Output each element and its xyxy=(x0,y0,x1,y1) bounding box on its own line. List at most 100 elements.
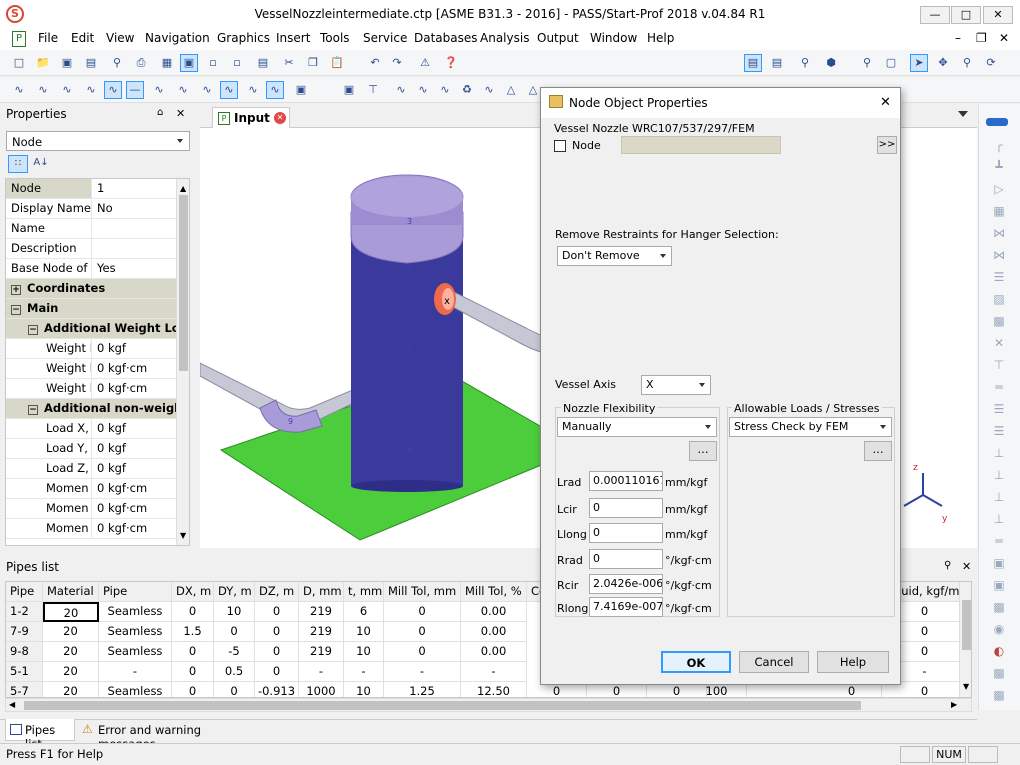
tank-icon[interactable]: ◐ xyxy=(989,644,1009,658)
tab-list-chevron-icon[interactable] xyxy=(958,111,968,117)
table-cell[interactable]: Seamless xyxy=(99,602,172,622)
undo-icon[interactable]: ↶ xyxy=(366,54,384,72)
compressor-icon[interactable]: ▩ xyxy=(989,666,1009,680)
rcir-input[interactable]: 2.0426e-006 xyxy=(589,574,663,594)
table-cell[interactable]: 0 xyxy=(384,642,461,662)
snubber-icon[interactable]: ⊥ xyxy=(989,512,1009,526)
table-cell[interactable]: 10 xyxy=(344,622,384,642)
col-header[interactable]: Pipe xyxy=(6,582,43,602)
spring-tool-icon[interactable]: ∿ xyxy=(392,81,410,99)
cancel-button[interactable]: Cancel xyxy=(739,651,809,673)
prop-row[interactable]: Load X, 0 kgf xyxy=(6,419,176,439)
prop-row[interactable]: Name xyxy=(6,219,176,239)
table-cell[interactable]: 20 xyxy=(43,642,99,662)
hanger-tool-icon[interactable]: ♻ xyxy=(458,81,476,99)
prop-subcategory[interactable]: −Additional Weight Load xyxy=(6,319,176,339)
flexibility-more-button[interactable]: ... xyxy=(689,441,717,461)
table-cell[interactable]: 0 xyxy=(172,682,214,697)
cut-icon[interactable]: ✂ xyxy=(280,54,298,72)
collapse-icon[interactable]: − xyxy=(28,325,38,335)
insert-tool-icon[interactable]: ∿ xyxy=(244,81,262,99)
rotate-icon[interactable]: ⟳ xyxy=(982,54,1000,72)
allowable-select[interactable]: Stress Check by FEM xyxy=(729,417,892,437)
table-cell[interactable]: Seamless xyxy=(99,622,172,642)
scroll-right-icon[interactable]: ▶ xyxy=(951,700,957,709)
col-header[interactable]: t, mm xyxy=(344,582,384,602)
lcir-input[interactable]: 0 xyxy=(589,498,663,518)
table-cell[interactable]: - xyxy=(384,662,461,682)
menu-view[interactable]: View xyxy=(106,31,134,45)
rlong-input[interactable]: 7.4169e-007 xyxy=(589,597,663,617)
restraint-tool-icon[interactable]: ⊤ xyxy=(364,81,382,99)
table-cell[interactable]: 0.00 xyxy=(461,602,527,622)
menu-service[interactable]: Service xyxy=(363,31,407,45)
menu-graphics[interactable]: Graphics xyxy=(217,31,270,45)
properties-tool-icon[interactable]: ▣ xyxy=(340,81,358,99)
flexibility-select[interactable]: Manually xyxy=(557,417,717,437)
menu-output[interactable]: Output xyxy=(537,31,579,45)
minimize-button[interactable]: — xyxy=(920,6,950,24)
table-cell[interactable]: 0 xyxy=(172,602,214,622)
prop-row[interactable]: Load Y, 0 kgf xyxy=(6,439,176,459)
rod-hanger-icon[interactable]: ⊥ xyxy=(989,446,1009,460)
prop-row[interactable]: Display Name No xyxy=(6,199,176,219)
prop-row[interactable]: Momen 0 kgf·cm xyxy=(6,499,176,519)
table-cell[interactable]: 1.25 xyxy=(384,682,461,697)
col-header[interactable]: DZ, m xyxy=(255,582,299,602)
valve-tool-icon[interactable]: ∿ xyxy=(150,81,168,99)
save-as-icon[interactable]: ▤ xyxy=(82,54,100,72)
scroll-thumb[interactable] xyxy=(179,195,188,371)
row-header[interactable]: 5-7 xyxy=(6,682,43,697)
table-cell[interactable]: 10 xyxy=(214,602,255,622)
table-cell[interactable]: 20 xyxy=(43,622,99,642)
table-cell[interactable]: 0 xyxy=(255,642,299,662)
row-header[interactable]: 9-8 xyxy=(6,642,43,662)
connect-tool-icon[interactable]: ∿ xyxy=(266,81,284,99)
prop-row[interactable]: Description xyxy=(6,239,176,259)
dialog-close-icon[interactable]: ✕ xyxy=(880,95,891,110)
prop-row[interactable]: Node 1 xyxy=(6,179,176,199)
paste-icon[interactable]: 📋 xyxy=(328,54,346,72)
alphabetical-sort-icon[interactable]: A↓ xyxy=(31,155,51,173)
bend-element-icon[interactable]: ╭ xyxy=(989,138,1009,152)
nozzle-tool-icon[interactable]: ∿ xyxy=(220,81,238,99)
zoom-extents-icon[interactable]: ▢ xyxy=(882,54,900,72)
anchor-support-icon[interactable]: ☰ xyxy=(989,402,1009,416)
cube-view-icon[interactable]: ⬢ xyxy=(822,54,840,72)
table-cell[interactable]: 0 xyxy=(255,662,299,682)
prop-row[interactable]: Weight l 0 kgf·cm xyxy=(6,359,176,379)
table-cell[interactable]: 0 xyxy=(172,642,214,662)
table-cell[interactable]: 0 xyxy=(255,622,299,642)
flange-element-icon[interactable]: ▦ xyxy=(989,204,1009,218)
menu-window[interactable]: Window xyxy=(590,31,637,45)
mesh-element-icon[interactable]: ▩ xyxy=(989,314,1009,328)
zoom-window-icon[interactable]: ⚲ xyxy=(858,54,876,72)
turbine-icon[interactable]: ▩ xyxy=(989,688,1009,702)
displacement-icon[interactable]: ▣ xyxy=(989,578,1009,592)
node-checkbox[interactable] xyxy=(554,140,566,152)
support-tool-icon[interactable]: ∿ xyxy=(198,81,216,99)
table-cell[interactable]: - xyxy=(461,662,527,682)
redo-icon[interactable]: ↷ xyxy=(388,54,406,72)
context-help-icon[interactable]: ❓ xyxy=(442,54,460,72)
vessel-axis-select[interactable]: X xyxy=(641,375,711,395)
table-cell[interactable]: 20 xyxy=(43,682,99,697)
table-icon[interactable]: ▤ xyxy=(254,54,272,72)
menu-help[interactable]: Help xyxy=(647,31,674,45)
close-button[interactable]: ✕ xyxy=(983,6,1013,24)
tee-element-icon[interactable]: ┻ xyxy=(989,160,1009,174)
prop-row[interactable]: Momen 0 kgf·cm xyxy=(6,519,176,539)
properties-object-select[interactable]: Node xyxy=(6,131,190,151)
export-icon[interactable]: ▫ xyxy=(228,54,246,72)
prop-row[interactable]: Weight l 0 kgf xyxy=(6,339,176,359)
pipes-table-vscroll[interactable]: ▼ xyxy=(959,582,971,697)
col-header[interactable]: Mill Tol, mm xyxy=(384,582,461,602)
prop-row[interactable]: Base Node of S Yes xyxy=(6,259,176,279)
mdi-minimize-button[interactable]: – xyxy=(955,31,961,45)
select-icon[interactable]: ➤ xyxy=(910,54,928,72)
table-cell[interactable]: 20 xyxy=(43,662,99,682)
load-icon[interactable]: ▣ xyxy=(989,556,1009,570)
check-valve-element-icon[interactable]: ⋈ xyxy=(989,248,1009,262)
col-header[interactable]: DY, m xyxy=(214,582,255,602)
table-cell[interactable]: 0.00 xyxy=(461,642,527,662)
